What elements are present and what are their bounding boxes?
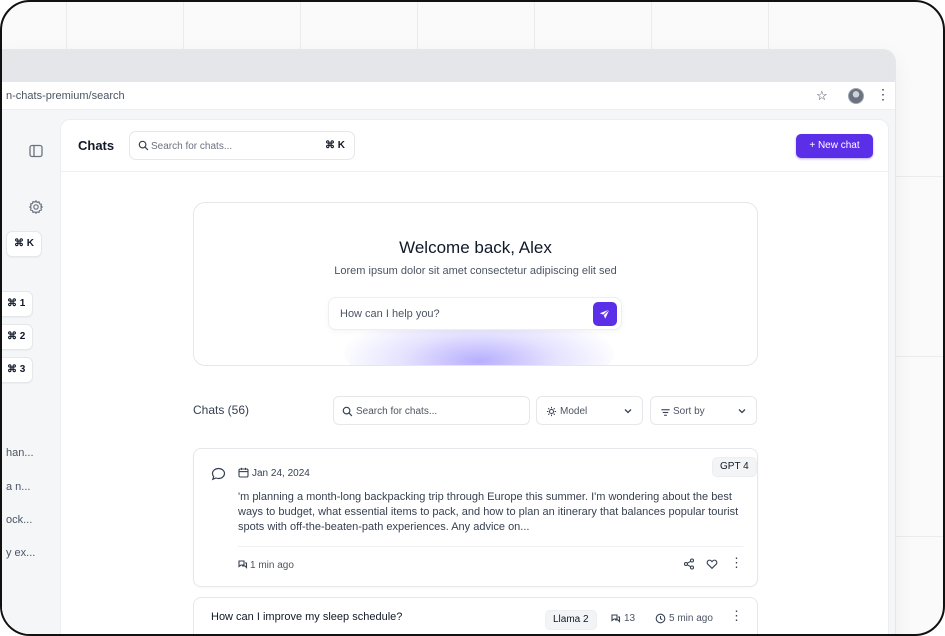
prompt-placeholder: How can I help you? — [340, 308, 440, 320]
calendar-icon — [238, 467, 249, 478]
chats-count-icon — [611, 614, 621, 623]
chats-search-placeholder: Search for chats... — [356, 406, 438, 417]
chevron-down-icon — [624, 409, 632, 414]
card-menu-icon[interactable]: ⋮ — [730, 608, 743, 624]
clock-icon — [655, 613, 666, 624]
history-item[interactable]: ock... — [6, 514, 32, 526]
model-select-label: Model — [560, 406, 588, 417]
chats-app: Chats Search for chats... ⌘ K + New chat… — [60, 119, 889, 634]
chat-bubble-icon — [211, 467, 226, 481]
shortcut-badge-1[interactable]: ⌘ 1 — [2, 291, 34, 317]
shortcut-badge-3[interactable]: ⌘ 3 — [2, 357, 34, 383]
page-title: Chats — [78, 138, 115, 153]
device-frame: n-chats-premium/search ☆ ⋮ ⌘ K ⌘ 1 ⌘ 2 ⌘… — [0, 0, 945, 636]
new-chat-button[interactable]: + New chat — [796, 134, 873, 158]
model-badge: GPT 4 — [712, 457, 757, 477]
chat-updated: 5 min ago — [669, 613, 713, 624]
model-select[interactable]: Model — [536, 396, 643, 425]
search-shortcut-badge[interactable]: ⌘ K — [6, 231, 42, 257]
chat-updated: 1 min ago — [250, 560, 294, 571]
top-bar: Chats Search for chats... ⌘ K + New chat — [61, 120, 888, 172]
share-icon[interactable] — [683, 558, 695, 570]
profile-avatar[interactable] — [848, 88, 864, 104]
chats-count-title: Chats (56) — [193, 403, 250, 417]
bookmark-star-icon[interactable]: ☆ — [816, 88, 828, 104]
card-menu-icon[interactable]: ⋮ — [730, 555, 743, 571]
settings-gear-icon[interactable] — [28, 199, 44, 215]
url-text[interactable]: n-chats-premium/search — [6, 90, 125, 102]
search-icon — [342, 406, 353, 417]
history-item[interactable]: y ex... — [6, 547, 35, 559]
history-item[interactable]: han... — [6, 447, 34, 459]
search-placeholder: Search for chats... — [151, 141, 233, 152]
sort-select-label: Sort by — [673, 406, 705, 417]
history-item[interactable]: a n... — [6, 481, 30, 493]
send-button[interactable] — [593, 302, 617, 326]
heart-icon[interactable] — [706, 558, 718, 570]
address-bar[interactable]: n-chats-premium/search ☆ ⋮ — [2, 82, 895, 110]
chats-search-input[interactable]: Search for chats... — [333, 396, 530, 425]
chat-date: Jan 24, 2024 — [252, 468, 310, 479]
search-shortcut: ⌘ K — [325, 140, 345, 151]
chat-card[interactable]: How can I improve my sleep schedule? Lla… — [193, 597, 758, 634]
sidebar: ⌘ K ⌘ 1 ⌘ 2 ⌘ 3 han... a n... ock... y e… — [2, 110, 60, 634]
header-search-input[interactable]: Search for chats... ⌘ K — [129, 131, 355, 160]
message-count: 13 — [624, 613, 636, 624]
shortcut-badge-2[interactable]: ⌘ 2 — [2, 324, 34, 350]
sort-select[interactable]: Sort by — [650, 396, 757, 425]
sidebar-toggle-icon[interactable] — [28, 143, 44, 159]
model-badge: Llama 2 — [545, 610, 597, 630]
sort-icon — [661, 409, 670, 416]
welcome-heading: Welcome back, Alex — [399, 238, 552, 257]
welcome-subtitle: Lorem ipsum dolor sit amet consectetur a… — [334, 265, 617, 277]
tab-strip — [2, 50, 895, 82]
chat-question: How can I improve my sleep schedule? — [211, 611, 403, 623]
chats-count-icon — [238, 560, 248, 569]
prompt-input[interactable]: How can I help you? — [328, 297, 622, 330]
search-icon — [138, 140, 149, 151]
chat-excerpt: 'm planning a month-long backpacking tri… — [238, 491, 739, 533]
card-divider — [238, 546, 743, 547]
chat-card[interactable]: Jan 24, 2024 GPT 4 'm planning a month-l… — [193, 448, 758, 587]
welcome-card: Welcome back, Alex Lorem ipsum dolor sit… — [193, 202, 758, 366]
model-sparkle-icon — [546, 406, 557, 417]
send-icon — [599, 309, 610, 319]
chevron-down-icon — [738, 409, 746, 414]
browser-menu-icon[interactable]: ⋮ — [876, 87, 890, 101]
